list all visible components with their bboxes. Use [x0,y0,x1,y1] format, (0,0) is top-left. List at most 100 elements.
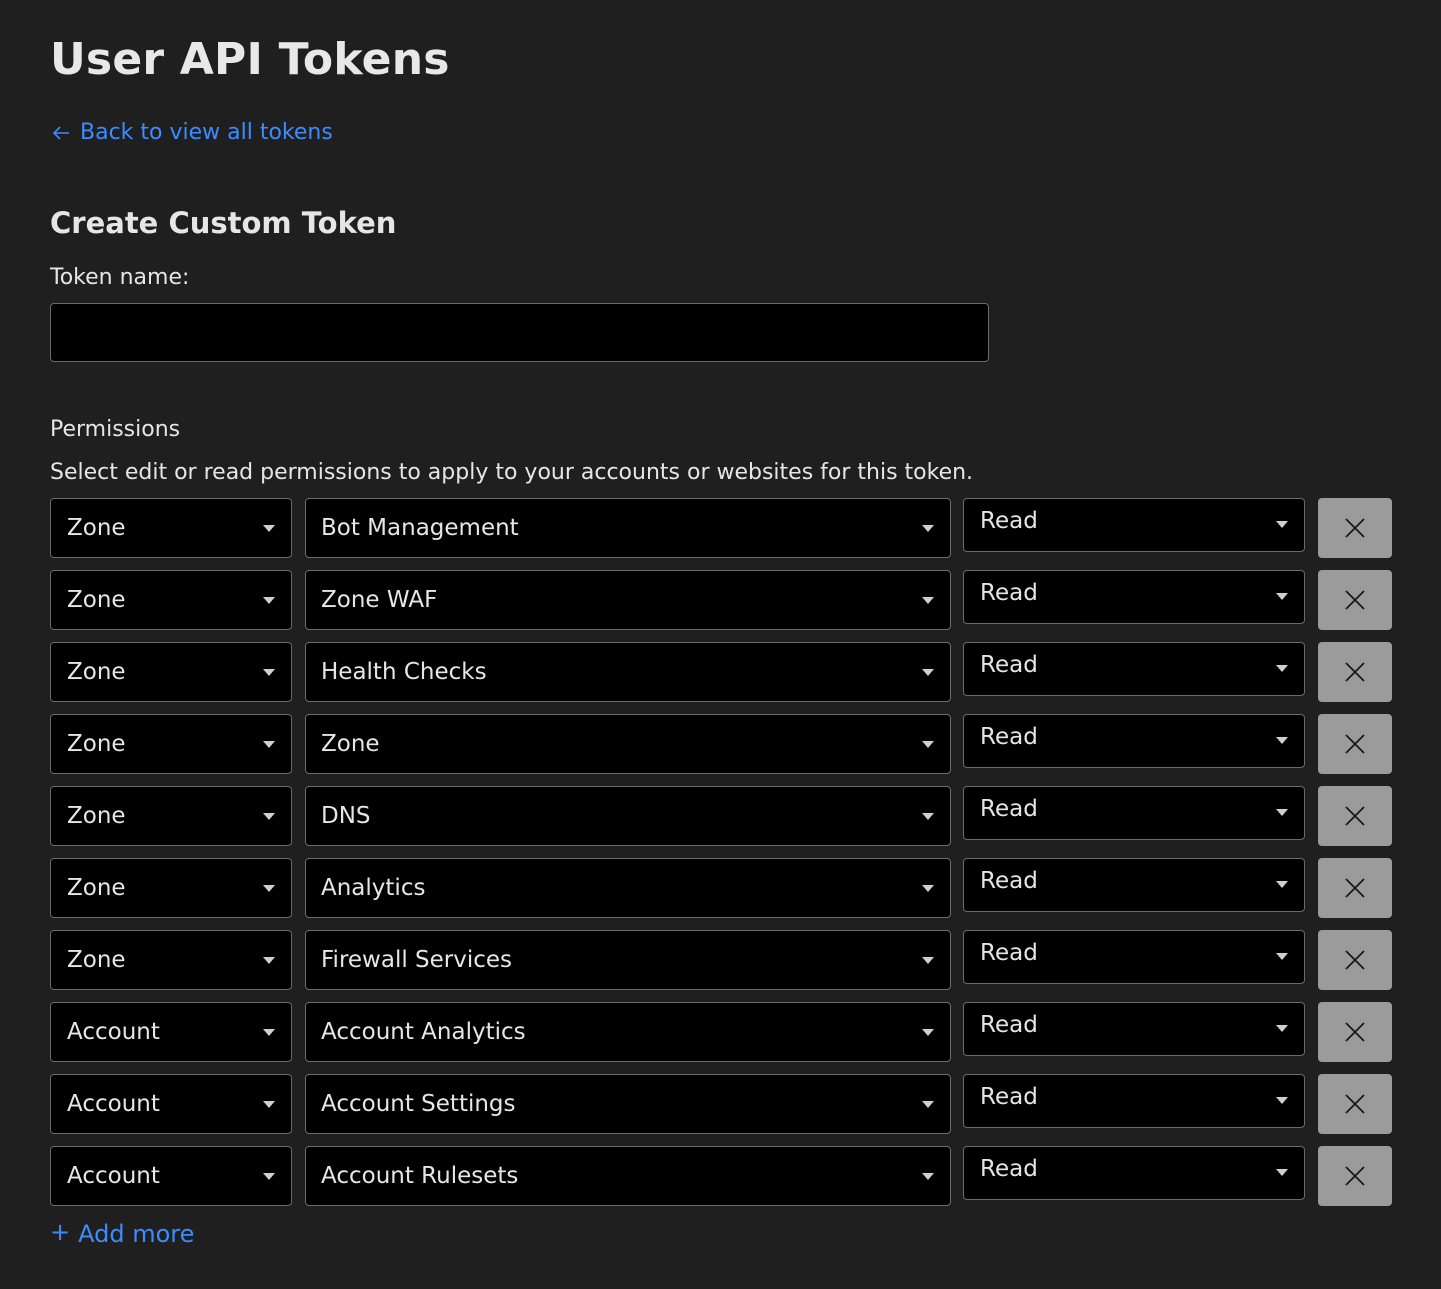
permission-row: Zone Health Checks Read [50,642,1392,702]
remove-row-button[interactable] [1318,1074,1392,1134]
resource-type-value: Zone [67,515,126,541]
caret-down-icon [922,668,934,676]
close-icon [1345,1022,1365,1042]
caret-down-icon [1276,1169,1288,1176]
permission-row: Zone Analytics Read [50,858,1392,918]
remove-row-button[interactable] [1318,930,1392,990]
access-level-select[interactable]: Read [963,714,1305,768]
permission-row: Account Account Rulesets Read [50,1146,1392,1206]
access-level-value: Read [980,652,1038,678]
access-level-value: Read [980,508,1038,534]
back-link-label: Back to view all tokens [80,120,333,145]
caret-down-icon [263,956,275,964]
remove-row-button[interactable] [1318,1002,1392,1062]
add-more-label: Add more [78,1220,195,1248]
caret-down-icon [922,812,934,820]
permission-value: Account Rulesets [321,1163,519,1189]
permission-value: Analytics [321,875,426,901]
access-level-select[interactable]: Read [963,1146,1305,1200]
token-name-label: Token name: [50,265,190,290]
token-name-input[interactable] [50,303,989,362]
close-icon [1345,950,1365,970]
resource-type-select[interactable]: Account [50,1074,292,1134]
resource-type-select[interactable]: Account [50,1002,292,1062]
resource-type-select[interactable]: Zone [50,498,292,558]
permission-row: Zone Bot Management Read [50,498,1392,558]
remove-row-button[interactable] [1318,1146,1392,1206]
caret-down-icon [1276,1097,1288,1104]
resource-type-value: Zone [67,731,126,757]
permission-select[interactable]: Account Analytics [305,1002,951,1062]
caret-down-icon [263,596,275,604]
access-level-select[interactable]: Read [963,498,1305,552]
remove-row-button[interactable] [1318,786,1392,846]
permission-select[interactable]: Account Rulesets [305,1146,951,1206]
close-icon [1345,662,1365,682]
caret-down-icon [263,1100,275,1108]
access-level-select[interactable]: Read [963,786,1305,840]
access-level-value: Read [980,796,1038,822]
access-level-select[interactable]: Read [963,1074,1305,1128]
close-icon [1345,878,1365,898]
resource-type-value: Zone [67,587,126,613]
remove-row-button[interactable] [1318,570,1392,630]
resource-type-value: Account [67,1163,160,1189]
resource-type-value: Account [67,1019,160,1045]
caret-down-icon [922,524,934,532]
resource-type-value: Zone [67,659,126,685]
resource-type-select[interactable]: Zone [50,642,292,702]
permission-select[interactable]: Analytics [305,858,951,918]
resource-type-select[interactable]: Zone [50,786,292,846]
caret-down-icon [1276,521,1288,528]
remove-row-button[interactable] [1318,858,1392,918]
caret-down-icon [922,1028,934,1036]
caret-down-icon [1276,881,1288,888]
caret-down-icon [922,884,934,892]
permission-value: Bot Management [321,515,519,541]
permission-value: Health Checks [321,659,487,685]
resource-type-select[interactable]: Zone [50,930,292,990]
access-level-select[interactable]: Read [963,642,1305,696]
remove-row-button[interactable] [1318,642,1392,702]
permissions-title: Permissions [50,417,181,442]
resource-type-select[interactable]: Zone [50,570,292,630]
permission-select[interactable]: Health Checks [305,642,951,702]
resource-type-select[interactable]: Zone [50,714,292,774]
permission-select[interactable]: Firewall Services [305,930,951,990]
permission-select[interactable]: Bot Management [305,498,951,558]
access-level-select[interactable]: Read [963,930,1305,984]
resource-type-value: Zone [67,803,126,829]
permission-select[interactable]: Account Settings [305,1074,951,1134]
close-icon [1345,806,1365,826]
permission-select[interactable]: Zone WAF [305,570,951,630]
add-more-link[interactable]: + Add more [50,1220,194,1248]
caret-down-icon [263,740,275,748]
resource-type-select[interactable]: Account [50,1146,292,1206]
permission-value: Zone WAF [321,587,438,613]
access-level-value: Read [980,1012,1038,1038]
permission-row: Zone Zone Read [50,714,1392,774]
permissions-description: Select edit or read permissions to apply… [50,460,974,485]
plus-icon: + [50,1218,71,1246]
permission-select[interactable]: DNS [305,786,951,846]
remove-row-button[interactable] [1318,714,1392,774]
caret-down-icon [263,884,275,892]
access-level-select[interactable]: Read [963,858,1305,912]
caret-down-icon [922,1172,934,1180]
close-icon [1345,590,1365,610]
caret-down-icon [263,812,275,820]
resource-type-value: Account [67,1091,160,1117]
permission-select[interactable]: Zone [305,714,951,774]
caret-down-icon [263,1172,275,1180]
access-level-select[interactable]: Read [963,570,1305,624]
permission-rows: Zone Bot Management Read Zone Zone WAF R… [50,498,1392,1218]
remove-row-button[interactable] [1318,498,1392,558]
page-title: User API Tokens [50,34,450,85]
access-level-value: Read [980,1084,1038,1110]
access-level-select[interactable]: Read [963,1002,1305,1056]
access-level-value: Read [980,940,1038,966]
back-link[interactable]: Back to view all tokens [50,120,333,145]
resource-type-select[interactable]: Zone [50,858,292,918]
permission-value: Account Settings [321,1091,516,1117]
caret-down-icon [922,1100,934,1108]
